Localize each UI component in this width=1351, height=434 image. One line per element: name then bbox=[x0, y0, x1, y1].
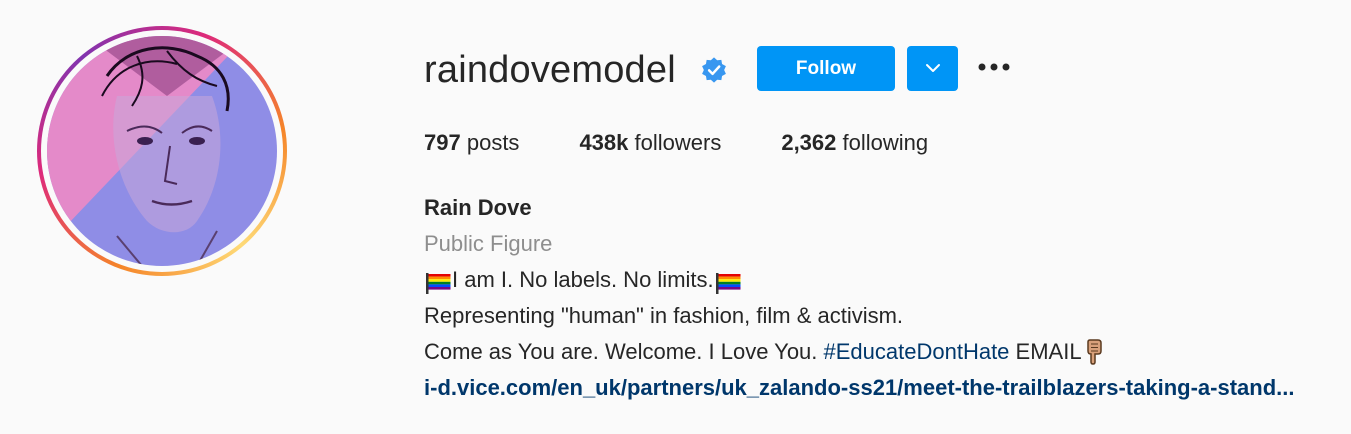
rainbow-flag-icon bbox=[424, 269, 452, 294]
hashtag-link[interactable]: #EducateDontHate bbox=[824, 334, 1010, 370]
following-label: following bbox=[842, 130, 929, 155]
following-stat[interactable]: 2,362 following bbox=[781, 128, 928, 158]
external-link[interactable]: i-d.vice.com/en_uk/partners/uk_zalando-s… bbox=[424, 370, 1344, 406]
bio-line-1: I am I. No labels. No limits. bbox=[424, 262, 1344, 298]
profile-header: raindovemodel Follow 797 posts 438k foll… bbox=[0, 0, 1351, 434]
chevron-down-icon bbox=[925, 61, 941, 76]
followers-label: followers bbox=[634, 130, 722, 155]
posts-stat: 797 posts bbox=[424, 128, 519, 158]
followers-stat[interactable]: 438k followers bbox=[579, 128, 721, 158]
username: raindovemodel bbox=[424, 49, 676, 91]
posts-label: posts bbox=[466, 130, 520, 155]
suggested-dropdown-button[interactable] bbox=[907, 46, 958, 91]
rainbow-flag-icon bbox=[714, 269, 742, 294]
pointing-down-hand-icon bbox=[1082, 339, 1106, 365]
category-label: Public Figure bbox=[424, 231, 553, 256]
bio-line-3-suffix: EMAIL bbox=[1009, 339, 1082, 364]
more-options-button[interactable] bbox=[974, 52, 1014, 84]
more-options-icon bbox=[976, 59, 1012, 77]
posts-count: 797 bbox=[424, 130, 461, 155]
profile-bio: Rain Dove Public Figure I am I. No label… bbox=[424, 190, 1344, 406]
followers-count: 438k bbox=[579, 130, 629, 155]
profile-stats: 797 posts 438k followers 2,362 following bbox=[424, 128, 988, 158]
story-ring[interactable] bbox=[37, 26, 287, 276]
avatar[interactable] bbox=[47, 36, 277, 266]
verified-badge-icon bbox=[700, 56, 728, 84]
following-count: 2,362 bbox=[781, 130, 837, 155]
bio-line-1-text: I am I. No labels. No limits. bbox=[452, 267, 714, 292]
bio-line-2: Representing "human" in fashion, film & … bbox=[424, 303, 904, 328]
avatar-image bbox=[47, 36, 277, 266]
full-name: Rain Dove bbox=[424, 195, 532, 220]
bio-line-3-text: Come as You are. Welcome. I Love You. bbox=[424, 339, 824, 364]
bio-line-3: Come as You are. Welcome. I Love You. #E… bbox=[424, 334, 1344, 370]
follow-button[interactable]: Follow bbox=[757, 46, 895, 91]
